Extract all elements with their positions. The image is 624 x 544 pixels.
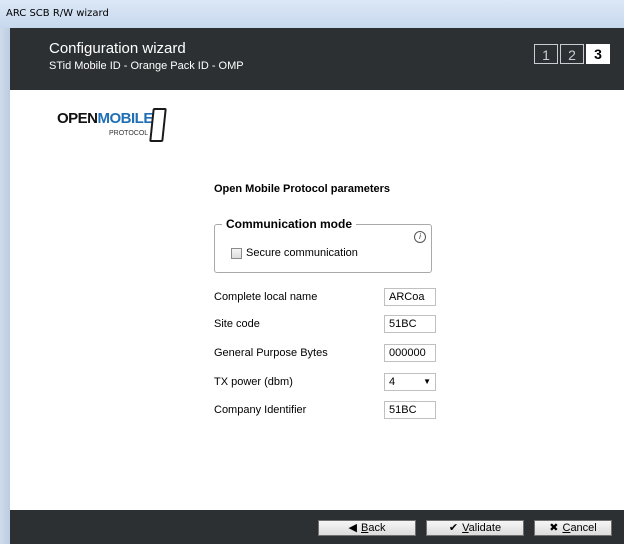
logo-word-protocol: PROTOCOL: [109, 130, 149, 137]
tx-power-value: 4: [389, 376, 396, 388]
close-icon: ✖: [549, 522, 559, 534]
wizard-footer: ◀ Back ✔ Validate ✖ Cancel: [10, 510, 624, 544]
wizard-subtitle: STid Mobile ID - Orange Pack ID - OMP: [49, 60, 244, 72]
site-code-label: Site code: [214, 318, 260, 330]
back-button[interactable]: ◀ Back: [318, 520, 416, 536]
back-arrow-icon: ◀: [348, 522, 357, 534]
phone-icon: [149, 108, 167, 142]
wizard-window: Configuration wizard STid Mobile ID - Or…: [10, 28, 624, 544]
validate-button-label: alidate: [468, 522, 502, 534]
window-frame-left: [0, 28, 10, 544]
site-code-input[interactable]: 51BC: [384, 315, 436, 333]
logo-word-mobile: MOBILE: [97, 110, 154, 127]
step-indicator: 1 2 3: [532, 44, 610, 64]
gp-bytes-label: General Purpose Bytes: [214, 347, 328, 359]
back-button-label: ack: [368, 522, 386, 534]
logo-wordmark: OPENMOBILE: [57, 110, 153, 127]
section-title: Open Mobile Protocol parameters: [214, 183, 391, 195]
window-titlebar: ARC SCB R/W wizard: [0, 0, 624, 29]
cancel-button[interactable]: ✖ Cancel: [534, 520, 612, 536]
step-3: 3: [586, 44, 610, 64]
chevron-down-icon: ▼: [423, 377, 431, 386]
cancel-button-label: ancel: [570, 522, 597, 534]
wizard-title: Configuration wizard: [49, 40, 186, 57]
step-2: 2: [560, 44, 584, 64]
logo-word-open: OPEN: [57, 110, 98, 127]
local-name-label: Complete local name: [214, 291, 318, 303]
company-id-input[interactable]: 51BC: [384, 401, 436, 419]
tx-power-label: TX power (dbm): [214, 376, 293, 388]
gp-bytes-input[interactable]: 000000: [384, 344, 436, 362]
wizard-header: Configuration wizard STid Mobile ID - Or…: [10, 28, 624, 90]
openmobile-logo: OPENMOBILE PROTOCOL: [55, 108, 167, 146]
checkmark-icon: ✔: [448, 522, 459, 534]
step-1: 1: [534, 44, 558, 64]
info-icon[interactable]: i: [414, 231, 426, 243]
secure-communication-label[interactable]: Secure communication: [246, 247, 358, 259]
company-id-label: Company Identifier: [214, 404, 307, 416]
communication-mode-group: Communication mode i Secure communicatio…: [214, 217, 432, 273]
local-name-input[interactable]: ARCoa: [384, 288, 436, 306]
secure-communication-checkbox[interactable]: [231, 248, 242, 259]
window-title: ARC SCB R/W wizard: [6, 8, 109, 19]
validate-button[interactable]: ✔ Validate: [426, 520, 524, 536]
communication-mode-legend: Communication mode: [222, 217, 357, 231]
tx-power-select[interactable]: 4 ▼: [384, 373, 436, 391]
